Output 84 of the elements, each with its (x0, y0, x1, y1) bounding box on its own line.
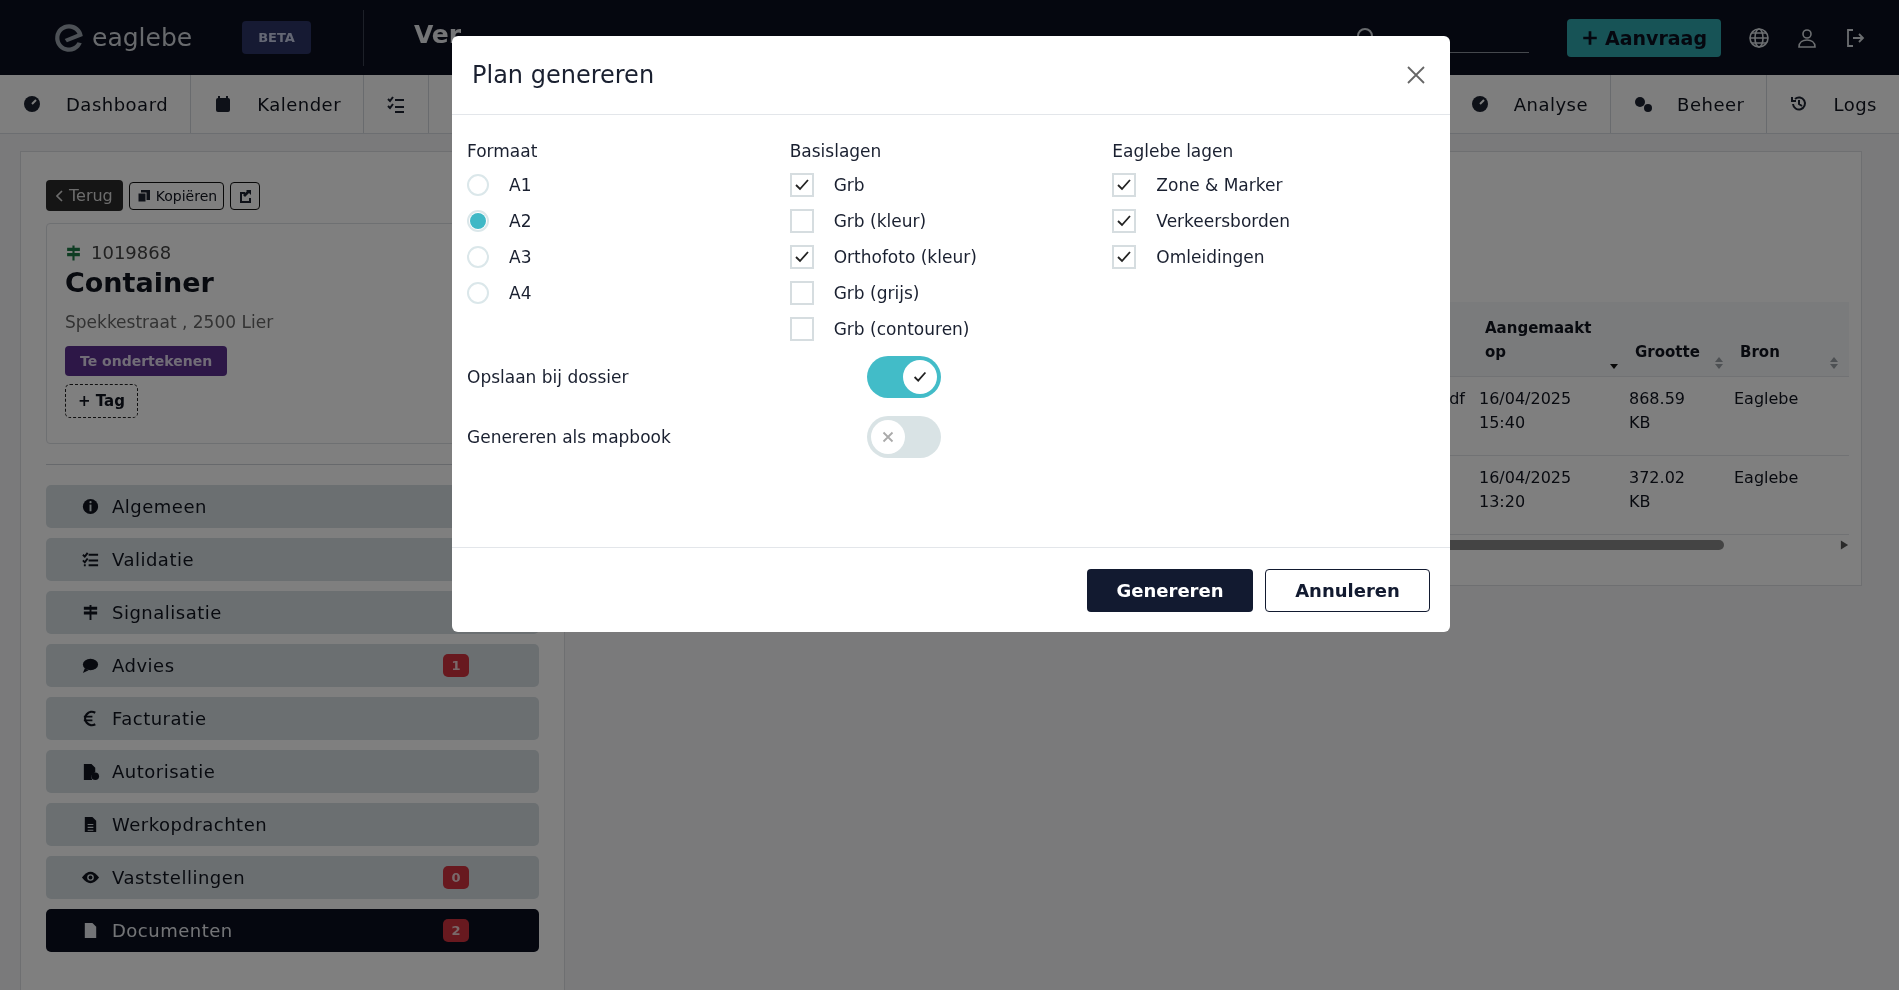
count-badge: 1 (443, 654, 469, 677)
checkbox[interactable] (1112, 209, 1137, 233)
chevron-left-icon (56, 189, 64, 202)
plus-icon (1580, 28, 1599, 47)
option-label[interactable]: Grb (833, 175, 865, 195)
add-tag-button[interactable]: + Tag (65, 384, 138, 418)
table-cell: Eaglebe (1734, 389, 1799, 408)
logo-text: eaglebe (92, 23, 193, 52)
sidebar-item[interactable]: Werkopdrachten (46, 803, 539, 846)
checkbox[interactable] (789, 245, 814, 269)
file-check-icon (81, 762, 100, 781)
group-label: Formaat (467, 141, 539, 161)
signpost-icon (81, 603, 100, 622)
status-badge: Te ondertekenen (65, 346, 228, 376)
back-button[interactable]: Terug (46, 180, 123, 211)
column-header[interactable]: Grootte (1635, 340, 1700, 370)
scroll-right-icon[interactable] (1840, 539, 1849, 551)
checkbox[interactable] (789, 281, 814, 305)
nav-tab[interactable]: Logs (1833, 93, 1877, 115)
option-label[interactable]: A1 (509, 175, 532, 195)
sidebar-item[interactable]: Documenten 2 (46, 909, 539, 952)
radio-button[interactable] (467, 246, 489, 268)
dialog-title: Plan genereren (472, 61, 655, 89)
toggle-switch[interactable] (867, 356, 941, 398)
option-label[interactable]: Grb (contouren) (833, 319, 970, 339)
option-label[interactable]: A2 (509, 211, 532, 231)
group-label: Basislagen (789, 141, 883, 161)
table-cell: Eaglebe (1734, 468, 1799, 487)
table-cell: 16/04/2025 15:40 (1479, 389, 1572, 432)
table-cell: df (1449, 389, 1465, 408)
toggle-switch[interactable] (867, 416, 941, 458)
radio-button[interactable] (467, 282, 489, 304)
dossier-title: Container (65, 267, 214, 298)
info-icon (81, 497, 100, 516)
nav-tab[interactable]: Analyse (1513, 93, 1589, 115)
option-label[interactable]: Orthofoto (kleur) (833, 247, 977, 267)
share-button[interactable] (230, 181, 261, 210)
option-label[interactable]: A3 (509, 247, 532, 267)
sidebar-item[interactable]: Vaststellingen 0 (46, 856, 539, 899)
count-badge: 0 (443, 866, 469, 889)
checklist-icon (81, 550, 100, 569)
option-label[interactable]: A4 (509, 283, 532, 303)
toggle-label: Opslaan bij dossier (467, 367, 630, 387)
checkbox[interactable] (789, 173, 814, 197)
nav-tab[interactable]: Dashboard (66, 93, 169, 115)
nav-tab[interactable]: Beheer (1677, 93, 1745, 115)
sidebar-item[interactable]: Autorisatie (46, 750, 539, 793)
table-cell: 372.02 KB (1629, 468, 1685, 511)
toggle-label: Genereren als mapbook (467, 427, 672, 447)
column-header[interactable]: Bron (1740, 340, 1780, 370)
gauge-icon[interactable] (1469, 94, 1490, 114)
sidebar-item[interactable]: Facturatie (46, 697, 539, 740)
column-header[interactable]: Aangemaakt op (1485, 316, 1609, 370)
beta-badge: BETA (242, 21, 311, 54)
sidebar-item[interactable]: Advies 1 (46, 644, 539, 687)
option-label[interactable]: Grb (kleur) (833, 211, 927, 231)
copy-button[interactable]: Kopiëren (128, 181, 225, 210)
dossier-number: 1019868 (91, 242, 172, 263)
checkbox[interactable] (1112, 245, 1137, 269)
option-label[interactable]: Verkeersborden (1156, 211, 1290, 231)
table-cell: 868.59 KB (1629, 389, 1685, 432)
option-label[interactable]: Grb (grijs) (833, 283, 920, 303)
checkbox[interactable] (789, 209, 814, 233)
count-badge: 2 (443, 919, 469, 942)
page-title: Ver (413, 20, 462, 49)
radio-button[interactable] (467, 210, 489, 232)
globe-icon[interactable] (1747, 25, 1771, 50)
gauge-icon[interactable] (22, 94, 42, 114)
option-label[interactable]: Omleidingen (1156, 247, 1265, 267)
copy-icon (135, 187, 152, 204)
cancel-button[interactable]: Annuleren (1265, 568, 1430, 612)
option-label[interactable]: Zone & Marker (1156, 175, 1283, 195)
chat-icon (81, 656, 100, 675)
checkbox[interactable] (1112, 173, 1137, 197)
checklist-icon[interactable] (386, 94, 407, 114)
dossier-address: Spekkestraat , 2500 Lier (65, 312, 274, 332)
checkbox[interactable] (789, 317, 814, 341)
share-icon (237, 187, 254, 204)
table-cell: 16/04/2025 13:20 (1479, 468, 1572, 511)
nav-tab[interactable]: Kalender (257, 93, 342, 115)
group-label: Eaglebe lagen (1112, 141, 1235, 161)
close-icon[interactable] (1406, 65, 1426, 85)
radio-button[interactable] (467, 174, 489, 196)
generate-button[interactable]: Genereren (1087, 568, 1253, 612)
